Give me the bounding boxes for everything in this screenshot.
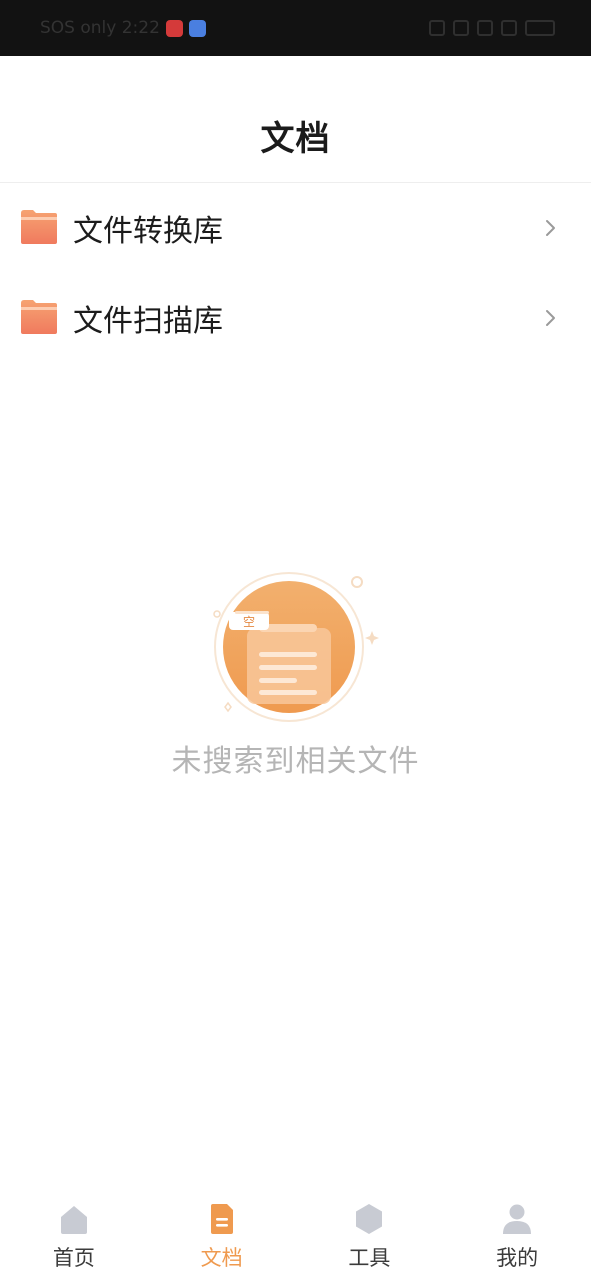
- nav-item-documents[interactable]: 文档: [148, 1192, 296, 1280]
- folder-row-conversion[interactable]: 文件转换库: [0, 183, 591, 273]
- bottom-navigation: 首页 文档 工具 我的: [0, 1192, 591, 1280]
- nav-label: 我的: [496, 1246, 539, 1270]
- battery-saver-icon: [501, 20, 517, 36]
- nav-item-profile[interactable]: 我的: [443, 1192, 591, 1280]
- folder-label: 文件扫描库: [73, 304, 223, 339]
- folder-icon: [21, 300, 57, 334]
- empty-badge: 空: [243, 615, 255, 629]
- status-bar: SOS only 2:22: [0, 0, 591, 56]
- user-icon: [503, 1204, 532, 1234]
- vibrate-icon: [453, 20, 469, 36]
- home-icon: [60, 1206, 87, 1234]
- status-text: SOS only 2:22: [40, 18, 160, 38]
- nav-label: 工具: [348, 1246, 391, 1270]
- nav-item-tools[interactable]: 工具: [296, 1192, 444, 1280]
- chevron-right-icon: [546, 220, 555, 236]
- wifi-icon: [477, 20, 493, 36]
- nfc-icon: [429, 20, 445, 36]
- app-notification-icon: [165, 19, 183, 37]
- nav-label: 首页: [52, 1246, 95, 1270]
- folder-label: 文件转换库: [73, 214, 223, 249]
- status-indicators: [429, 20, 555, 36]
- message-notification-icon: [188, 19, 206, 37]
- hexagon-icon: [356, 1204, 383, 1234]
- page-header: 文档: [0, 56, 591, 183]
- nav-item-home[interactable]: 首页: [0, 1192, 148, 1280]
- chevron-right-icon: [546, 310, 555, 326]
- empty-state-message: 未搜索到相关文件: [171, 744, 420, 779]
- folder-row-scan[interactable]: 文件扫描库: [0, 273, 591, 363]
- battery-icon: [525, 20, 555, 36]
- empty-state-illustration: 空: [213, 572, 379, 722]
- nav-label: 文档: [200, 1246, 243, 1270]
- page-title: 文档: [260, 119, 331, 159]
- folder-icon: [21, 210, 57, 244]
- document-icon: [210, 1204, 233, 1234]
